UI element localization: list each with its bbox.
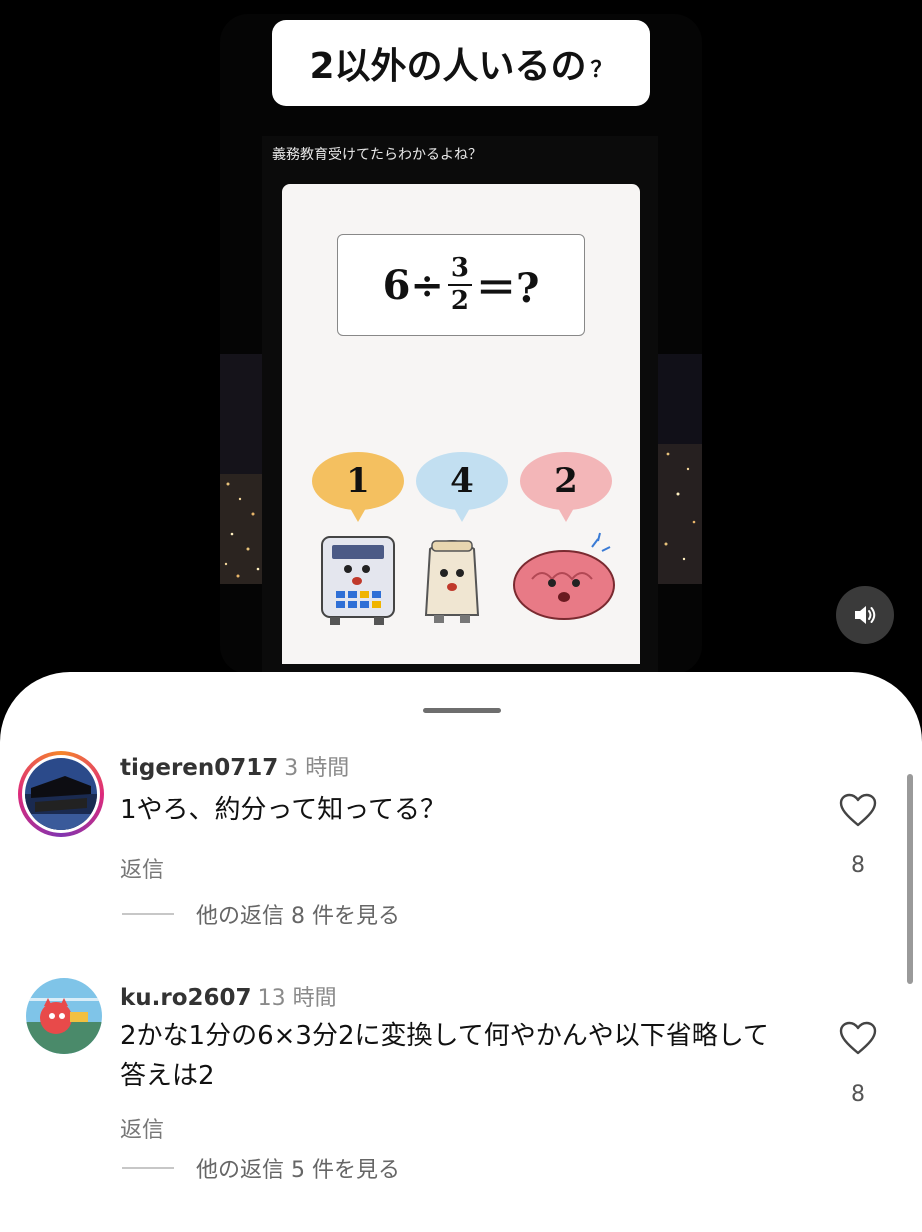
comments-scrollbar[interactable] xyxy=(907,774,913,984)
sheet-drag-handle[interactable] xyxy=(423,708,501,713)
answer-bubble-2: 4 xyxy=(416,452,508,522)
avatar[interactable] xyxy=(26,978,102,1054)
avatar-image xyxy=(26,978,102,1054)
heart-icon[interactable] xyxy=(838,792,878,828)
quiz-frame: 義務教育受けてたらわかるよね？ 6÷ 3 2 ＝? 1 4 2 xyxy=(262,136,658,674)
sound-toggle-button[interactable] xyxy=(836,586,894,644)
brain-character-icon xyxy=(513,532,615,620)
comments-sheet: tigeren0717 3 時間 1やろ、約分って知ってる？ 返信 他の返信 8 … xyxy=(0,672,922,1232)
answer-bubble-1: 1 xyxy=(312,452,404,522)
like-count: 8 xyxy=(851,1082,865,1107)
reply-button[interactable]: 返信 xyxy=(120,1112,164,1144)
avatar[interactable] xyxy=(18,751,104,837)
comment-username[interactable]: ku.ro2607 13 時間 xyxy=(120,980,337,1012)
video-title: 2以外の人いるの xyxy=(309,46,587,87)
avatar-image xyxy=(25,758,97,830)
equation-right: ＝? xyxy=(475,265,540,312)
video-title-caption: 2以外の人いるの？ xyxy=(272,20,650,106)
characters-illustration xyxy=(321,532,615,625)
comment-text: 1やろ、約分って知ってる？ xyxy=(120,795,446,825)
heart-icon[interactable] xyxy=(838,1020,878,1056)
view-replies-link[interactable]: 他の返信 8 件を見る xyxy=(122,898,400,930)
answer-bubble-3: 2 xyxy=(520,452,612,522)
stone-character-icon xyxy=(424,540,480,623)
comment-time: 13 時間 xyxy=(257,986,337,1011)
view-replies-label: 他の返信 8 件を見る xyxy=(196,904,400,929)
calculator-character-icon xyxy=(321,536,395,625)
fraction-denominator: 2 xyxy=(450,286,469,316)
comment-time: 3 時間 xyxy=(284,756,350,781)
equation-box: 6÷ 3 2 ＝? xyxy=(337,234,585,336)
night-city-image-left xyxy=(220,354,264,584)
speaker-icon xyxy=(855,606,876,624)
quiz-card: 6÷ 3 2 ＝? 1 4 2 xyxy=(282,184,640,664)
view-replies-label: 他の返信 5 件を見る xyxy=(196,1158,400,1183)
comment-username[interactable]: tigeren0717 3 時間 xyxy=(120,750,349,782)
like-count: 8 xyxy=(851,853,865,878)
divider-dash xyxy=(122,913,174,915)
divider-dash xyxy=(122,1167,174,1169)
equation-fraction: 3 2 xyxy=(447,252,472,316)
video-title-mark: ？ xyxy=(590,58,613,83)
night-city-image-right xyxy=(658,354,702,584)
view-replies-link[interactable]: 他の返信 5 件を見る xyxy=(122,1152,400,1184)
comment-text: 2かな1分の6×3分2に変換して何やかんや以下省略して答えは2 xyxy=(120,1021,769,1091)
video-player[interactable]: 2以外の人いるの？ 義務教育受けてたらわかるよね？ 6÷ 3 2 ＝? 1 4 … xyxy=(220,14,702,674)
fraction-numerator: 3 xyxy=(450,252,469,283)
equation-left: 6÷ xyxy=(382,261,444,309)
quiz-caption: 義務教育受けてたらわかるよね？ xyxy=(272,147,482,163)
reply-button[interactable]: 返信 xyxy=(120,852,164,884)
